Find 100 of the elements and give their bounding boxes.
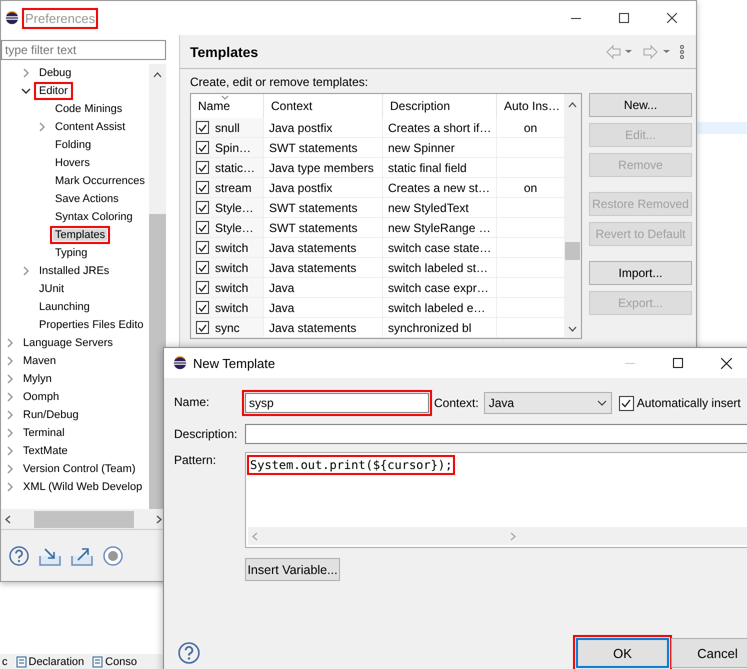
scroll-left-icon (252, 532, 258, 540)
tree-item[interactable]: Editor (37, 85, 70, 97)
table-cell: Java statements (264, 258, 383, 277)
tree-item[interactable]: Oomph (21, 391, 62, 403)
table-cell: Java type members (264, 158, 383, 177)
tree-item[interactable]: Properties Files Edito (37, 319, 146, 331)
vertical-scrollbar[interactable] (149, 64, 166, 509)
view-tab[interactable]: Declaration (14, 656, 86, 668)
description-field[interactable] (245, 424, 747, 444)
tree-item[interactable]: Version Control (Team) (21, 463, 138, 475)
page-title: Templates (190, 44, 258, 60)
checkbox[interactable] (196, 301, 209, 314)
action-button[interactable]: New... (589, 93, 692, 117)
tree-item[interactable]: Code Minings (53, 103, 124, 115)
table-cell: Java postfix (264, 118, 383, 137)
checkbox[interactable] (196, 281, 209, 294)
scroll-left-icon (5, 514, 11, 524)
table-cell: SWT statements (264, 138, 383, 157)
tree-item[interactable]: Installed JREs (37, 265, 112, 277)
tree-item[interactable]: Typing (53, 247, 90, 259)
table-cell: switch labeled st… (383, 258, 497, 277)
scrollbar-thumb[interactable] (34, 510, 134, 528)
auto-insert-checkbox[interactable]: Automatically insert (618, 396, 741, 410)
tree-item[interactable]: JUnit (37, 283, 66, 295)
table-cell: Style… (215, 220, 254, 234)
view-tab[interactable]: Conso (90, 656, 139, 668)
checkbox[interactable] (196, 181, 209, 194)
view-tab[interactable]: c (0, 656, 10, 668)
table-cell: stream (215, 180, 252, 194)
close-icon (720, 358, 732, 368)
tree-item[interactable]: Maven (21, 355, 58, 367)
dialog-title: New Template (193, 356, 276, 370)
tree-item[interactable]: Syntax Coloring (53, 211, 135, 223)
table-cell: SWT statements (264, 198, 383, 217)
tree-item[interactable]: Mark Occurrences (53, 175, 147, 187)
vertical-scrollbar[interactable] (564, 94, 581, 338)
tree-item[interactable]: Save Actions (53, 193, 121, 205)
filter-field[interactable]: type filter text (1, 40, 166, 60)
eclipse-logo-icon (173, 356, 187, 370)
column-header[interactable]: Context (264, 94, 383, 118)
tree-item[interactable]: Terminal (21, 427, 67, 439)
minimize-icon (625, 362, 635, 364)
insert-variable-button[interactable]: Insert Variable... (245, 558, 340, 581)
table-cell: switch (215, 300, 248, 314)
scroll-up-icon (153, 72, 162, 78)
navigation-toolbar-drawing[interactable] (606, 44, 686, 60)
tree-item[interactable]: Launching (37, 301, 92, 313)
tree-item[interactable]: Mylyn (21, 373, 54, 385)
checkmark-icon (198, 124, 207, 132)
export-icon[interactable] (71, 546, 93, 566)
context-dropdown[interactable]: Java (484, 392, 612, 414)
horizontal-scrollbar[interactable] (1, 509, 166, 529)
name-field[interactable]: sysp (245, 393, 429, 413)
tree-item[interactable]: Folding (53, 139, 94, 151)
checkbox[interactable] (196, 241, 209, 254)
checkmark-icon (198, 324, 207, 332)
table-cell: on (524, 180, 538, 194)
scrollbar-thumb[interactable] (565, 242, 580, 260)
table-cell: switch (215, 240, 248, 254)
tree-item[interactable]: Run/Debug (21, 409, 81, 421)
table-cell: new StyleRange … (383, 218, 497, 237)
action-button[interactable]: Import... (589, 261, 692, 285)
table-cell: synchronized bl (383, 318, 497, 337)
checkbox[interactable] (196, 321, 209, 334)
tree-item[interactable]: TextMate (21, 445, 70, 457)
maximize-icon (619, 13, 629, 23)
field-label: Name: (174, 394, 210, 409)
tree-item[interactable]: Language Servers (21, 337, 115, 349)
checkmark-icon (198, 144, 207, 152)
checkbox[interactable] (196, 141, 209, 154)
help-icon[interactable] (9, 546, 29, 566)
checkbox[interactable] (196, 121, 209, 134)
help-icon[interactable] (178, 642, 200, 664)
table-cell: switch (215, 280, 248, 294)
checkbox[interactable] (196, 201, 209, 214)
checkbox[interactable] (196, 161, 209, 174)
table-cell: Style… (215, 200, 254, 214)
checkbox[interactable] (196, 261, 209, 274)
scroll-down-icon (568, 326, 577, 332)
table-cell: Java statements (264, 238, 383, 257)
tree-item[interactable]: Debug (37, 67, 74, 79)
tree-item[interactable]: XML (Wild Web Develop (21, 481, 144, 493)
horizontal-scrollbar[interactable] (248, 527, 747, 545)
import-icon[interactable] (39, 546, 61, 566)
column-header[interactable]: Description (383, 94, 497, 118)
tree-item[interactable]: Hovers (53, 157, 92, 169)
tree-item[interactable]: Content Assist (53, 121, 128, 133)
dialog-button[interactable]: Cancel (671, 638, 747, 668)
record-icon[interactable] (103, 546, 123, 566)
table-cell: Java postfix (264, 178, 383, 197)
pattern-field[interactable]: System.out.print(${cursor}); (245, 452, 747, 548)
checkmark-icon (198, 244, 207, 252)
checkbox[interactable] (196, 221, 209, 234)
scroll-right-icon (156, 514, 162, 524)
eclipse-logo-icon (5, 11, 19, 25)
scrollbar-thumb[interactable] (149, 214, 166, 509)
table-cell: switch (215, 260, 248, 274)
tree-item[interactable]: Templates (53, 229, 108, 241)
maximize-icon (673, 358, 683, 368)
dialog-button[interactable]: OK (576, 638, 669, 668)
